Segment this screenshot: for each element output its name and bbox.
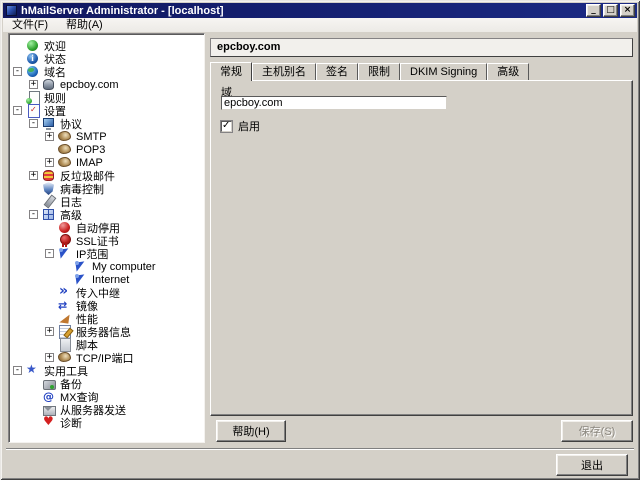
tree-item-pop3[interactable]: POP3 [9,143,204,156]
shell-icon [58,156,71,169]
window-controls: _ □ × [586,4,635,17]
rosette-icon [58,234,71,247]
tree-item-label: POP3 [76,143,106,156]
tab-limits[interactable]: 限制 [358,63,400,80]
menubar: 文件(F) 帮助(A) [3,18,637,32]
enabled-checkbox-label: 启用 [238,121,260,133]
tree-item-mirroring[interactable]: 镜像 [9,299,204,313]
tree-item-status[interactable]: 状态 [9,52,204,66]
shell-icon [58,143,71,156]
expand-toggle-icon[interactable]: + [29,80,38,89]
tree-item-label: 诊断 [60,417,82,430]
tree-item-anti-spam[interactable]: + 反垃圾邮件 [9,169,204,183]
perf-arrow-icon [58,312,71,325]
tab-general[interactable]: 常规 [210,62,252,81]
tree-item-antivirus[interactable]: 病毒控制 [9,182,204,196]
tree-item-settings[interactable]: -设置 [9,104,204,118]
collapse-toggle-icon[interactable]: - [29,119,38,128]
hand-icon [58,247,71,260]
collapse-toggle-icon[interactable]: - [45,249,54,258]
tree-item-label: SMTP [76,130,107,143]
tab-strip: 常规 主机别名 签名 限制 DKIM Signing 高级 [210,61,530,81]
help-button[interactable]: 帮助(H) [216,420,286,442]
domain-header: epcboy.com [210,38,633,57]
tree: 欢迎状态-域名+epcboy.com规则-设置-协议+SMTPPOP3+IMAP… [8,33,205,443]
domain-input[interactable] [221,96,447,110]
database-icon [42,78,55,91]
close-button[interactable]: × [620,4,635,17]
tree-item-rules[interactable]: 规则 [9,91,204,105]
expand-toggle-icon[interactable]: + [29,171,38,180]
expand-toggle-icon[interactable]: + [45,132,54,141]
expand-toggle-icon[interactable]: + [45,327,54,336]
heart-icon [42,415,55,429]
tree-item-diagnostics[interactable]: 诊断 [9,415,204,430]
red-ball-icon [58,221,71,234]
at-sign-icon [42,390,55,403]
tab-signature[interactable]: 签名 [316,63,358,80]
tab-general-panel: 域 启用 [210,80,633,416]
tab-dkim-signing[interactable]: DKIM Signing [400,63,488,80]
tab-host-aliases[interactable]: 主机别名 [252,63,316,80]
menu-file[interactable]: 文件(F) [3,18,57,32]
shield-icon [42,182,55,195]
enabled-row: 启用 [221,118,260,134]
script-page-icon [58,338,71,352]
minimize-button[interactable]: _ [586,4,601,17]
green-ball-icon [26,39,39,52]
tree-item-domain-epcboy[interactable]: + epcboy.com [9,78,204,91]
monitor-icon [42,117,55,130]
star-icon [26,363,39,377]
titlebar: hMailServer Administrator - [localhost] … [3,3,637,18]
app-icon [6,5,17,16]
shell-icon [58,351,71,364]
save-button[interactable]: 保存(S) [561,420,633,442]
pen-icon [42,195,55,208]
hand-icon [74,260,87,273]
collapse-toggle-icon[interactable]: - [29,210,38,219]
tree-item-tcpip-ports[interactable]: + TCP/IP端口 [9,351,204,365]
chevrons-icon [58,285,71,299]
checklist-icon [26,104,40,118]
backup-disk-icon [42,377,56,390]
mirror-arrows-icon [58,299,71,312]
tree-item-logging[interactable]: 日志 [9,195,204,209]
info-ball-icon [26,52,39,65]
tree-item-incoming-relays[interactable]: 传入中继 [9,285,204,300]
tab-advanced[interactable]: 高级 [487,63,530,80]
expand-toggle-icon[interactable]: + [45,158,54,167]
collapse-toggle-icon[interactable]: - [13,366,22,375]
tree-item-my-computer[interactable]: My computer [9,260,204,273]
tree-item-utilities[interactable]: -实用工具 [9,363,204,378]
tree-item-protocols[interactable]: - 协议 [9,117,204,131]
tree-item-welcome[interactable]: 欢迎 [9,39,204,53]
enabled-checkbox[interactable] [221,120,232,132]
collapse-toggle-icon[interactable]: - [13,67,22,76]
hand-icon [74,273,87,286]
exit-button[interactable]: 退出 [556,454,628,476]
spam-cylinder-icon [42,169,55,182]
page-rule-icon [26,91,40,105]
collapse-toggle-icon[interactable]: - [13,106,22,115]
shell-icon [58,130,71,143]
maximize-button[interactable]: □ [603,4,618,17]
tree-item-label: My computer [92,260,156,273]
tree-item-send-from-server[interactable]: 从服务器发送 [9,403,204,417]
tree-item-domains[interactable]: - 域名 [9,65,204,79]
window-title: hMailServer Administrator - [localhost] [21,4,224,17]
grid-icon [42,208,55,221]
menu-help[interactable]: 帮助(A) [57,18,112,32]
tree-item-ip-ranges[interactable]: - IP范围 [9,247,204,261]
notepad-icon [58,325,71,339]
bottom-separator [6,448,634,450]
globe-icon [26,65,39,78]
expand-toggle-icon[interactable]: + [45,353,54,362]
tree-item-backup[interactable]: 备份 [9,377,204,391]
tree-item-server-info[interactable]: + 服务器信息 [9,325,204,339]
tree-item-smtp[interactable]: + SMTP [9,130,204,143]
